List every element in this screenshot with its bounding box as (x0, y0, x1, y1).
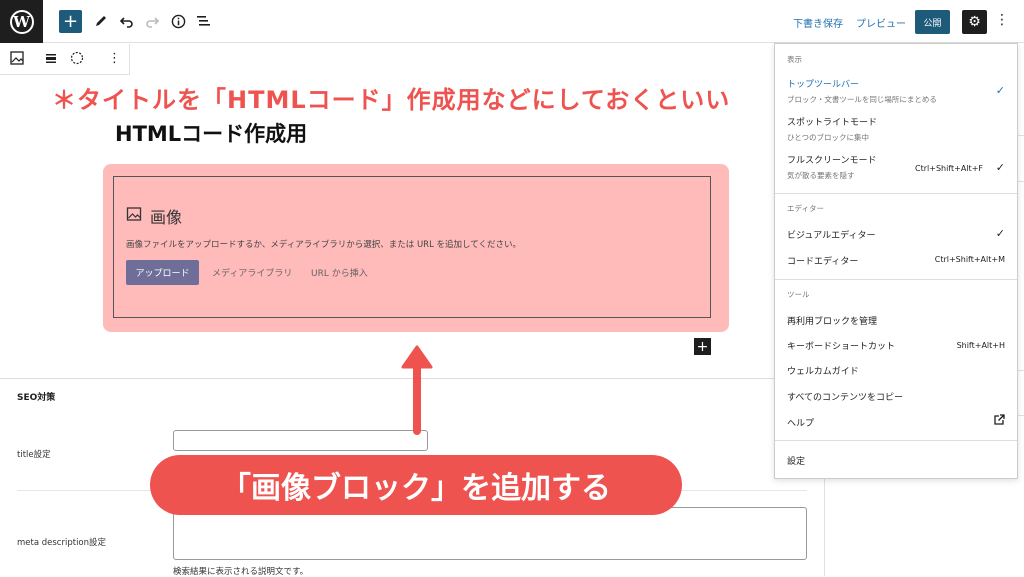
menu-item-copy-all[interactable]: すべてのコンテンツをコピー (787, 390, 1007, 403)
block-toolbar: ⋮ (0, 44, 130, 75)
menu-item-visual-editor[interactable]: ビジュアルエディター (787, 228, 1007, 241)
options-dropdown-menu: 表示 トップツールバー ブロック・文書ツールを同じ場所にまとめる ✓ スポットラ… (774, 43, 1018, 479)
annotation-title-tip: ＊タイトルを「HTMLコード」作成用などにしておくといい (52, 86, 731, 114)
shortcut-label: Ctrl+Shift+Alt+F (915, 164, 983, 173)
title-setting-input[interactable] (173, 430, 428, 451)
sidebar-divider (1018, 370, 1024, 371)
menu-divider (775, 193, 1017, 194)
undo-icon[interactable] (116, 10, 138, 32)
sidebar-divider (1018, 415, 1024, 416)
menu-item-help[interactable]: ヘルプ (787, 416, 1007, 429)
menu-item-manage-blocks[interactable]: 再利用ブロックを管理 (787, 314, 1007, 327)
info-icon[interactable] (167, 10, 189, 32)
menu-section-tools: ツール (787, 290, 810, 299)
block-more-icon[interactable]: ⋮ (108, 51, 121, 66)
menu-item-preferences[interactable]: 設定 (787, 454, 1007, 467)
image-block-header: 画像 (126, 204, 182, 228)
publish-button[interactable]: 公開 (915, 10, 950, 34)
save-draft-button[interactable]: 下書き保存 (793, 15, 843, 30)
redo-icon[interactable] (141, 10, 163, 32)
wordpress-logo[interactable]: W (0, 0, 43, 43)
upload-button[interactable]: アップロード (126, 260, 199, 285)
meta-description-label: meta description設定 (17, 538, 107, 548)
shortcut-label: Ctrl+Shift+Alt+M (934, 255, 1005, 264)
edit-pencil-icon[interactable] (90, 10, 112, 32)
annotation-add-image-block: 「画像ブロック」を追加する (150, 455, 682, 515)
image-icon (126, 206, 142, 226)
menu-item-label: スポットライトモード (787, 118, 878, 128)
menu-item-description: ブロック・文書ツールを同じ場所にまとめる (787, 95, 937, 104)
menu-section-view: 表示 (787, 55, 802, 64)
select-circle-icon[interactable] (70, 51, 84, 69)
image-block-title: 画像 (150, 208, 183, 227)
menu-item-spotlight[interactable]: スポットライトモード ひとつのブロックに集中 (787, 115, 1007, 143)
checkmark-icon: ✓ (995, 84, 1005, 97)
checkmark-icon: ✓ (995, 227, 1005, 240)
menu-item-label: フルスクリーンモード (787, 156, 877, 166)
menu-section-editor: エディター (787, 204, 824, 213)
sidebar-divider (1018, 181, 1024, 182)
image-block-type-icon[interactable] (10, 51, 24, 69)
menu-divider (775, 440, 1017, 441)
title-setting-label: title設定 (17, 450, 51, 460)
annotation-arrow-up (401, 345, 433, 435)
meta-description-help: 検索結果に表示される説明文です。 (173, 567, 309, 577)
external-link-icon (993, 414, 1005, 429)
preview-button[interactable]: プレビュー (856, 15, 906, 30)
add-block-button[interactable]: + (59, 10, 82, 33)
checkmark-icon: ✓ (995, 161, 1005, 174)
menu-divider (775, 279, 1017, 280)
menu-item-label: トップツールバー (787, 80, 860, 90)
top-toolbar: W + 下書き保存 プレビュー 公開 ⚙ ⋮ (0, 0, 1024, 43)
post-title[interactable]: HTMLコード作成用 (115, 118, 307, 148)
more-options-icon[interactable]: ⋮ (995, 12, 1009, 28)
insert-from-url-button[interactable]: URL から挿入 (311, 266, 368, 279)
menu-item-top-toolbar[interactable]: トップツールバー ブロック・文書ツールを同じ場所にまとめる (787, 77, 1007, 105)
list-view-icon[interactable] (192, 10, 214, 32)
media-library-button[interactable]: メディアライブラリ (212, 266, 292, 279)
wordpress-icon: W (9, 9, 34, 34)
align-icon[interactable] (44, 51, 58, 69)
image-block-description: 画像ファイルをアップロードするか、メディアライブラリから選択、または URL を… (126, 240, 521, 250)
seo-section-title: SEO対策 (17, 393, 56, 403)
inline-add-block-button[interactable]: + (694, 338, 711, 355)
menu-item-description: ひとつのブロックに集中 (787, 133, 869, 142)
sidebar-divider (1018, 135, 1024, 136)
shortcut-label: Shift+Alt+H (956, 341, 1005, 350)
settings-gear-icon[interactable]: ⚙ (962, 10, 987, 34)
menu-item-welcome-guide[interactable]: ウェルカムガイド (787, 364, 1007, 377)
